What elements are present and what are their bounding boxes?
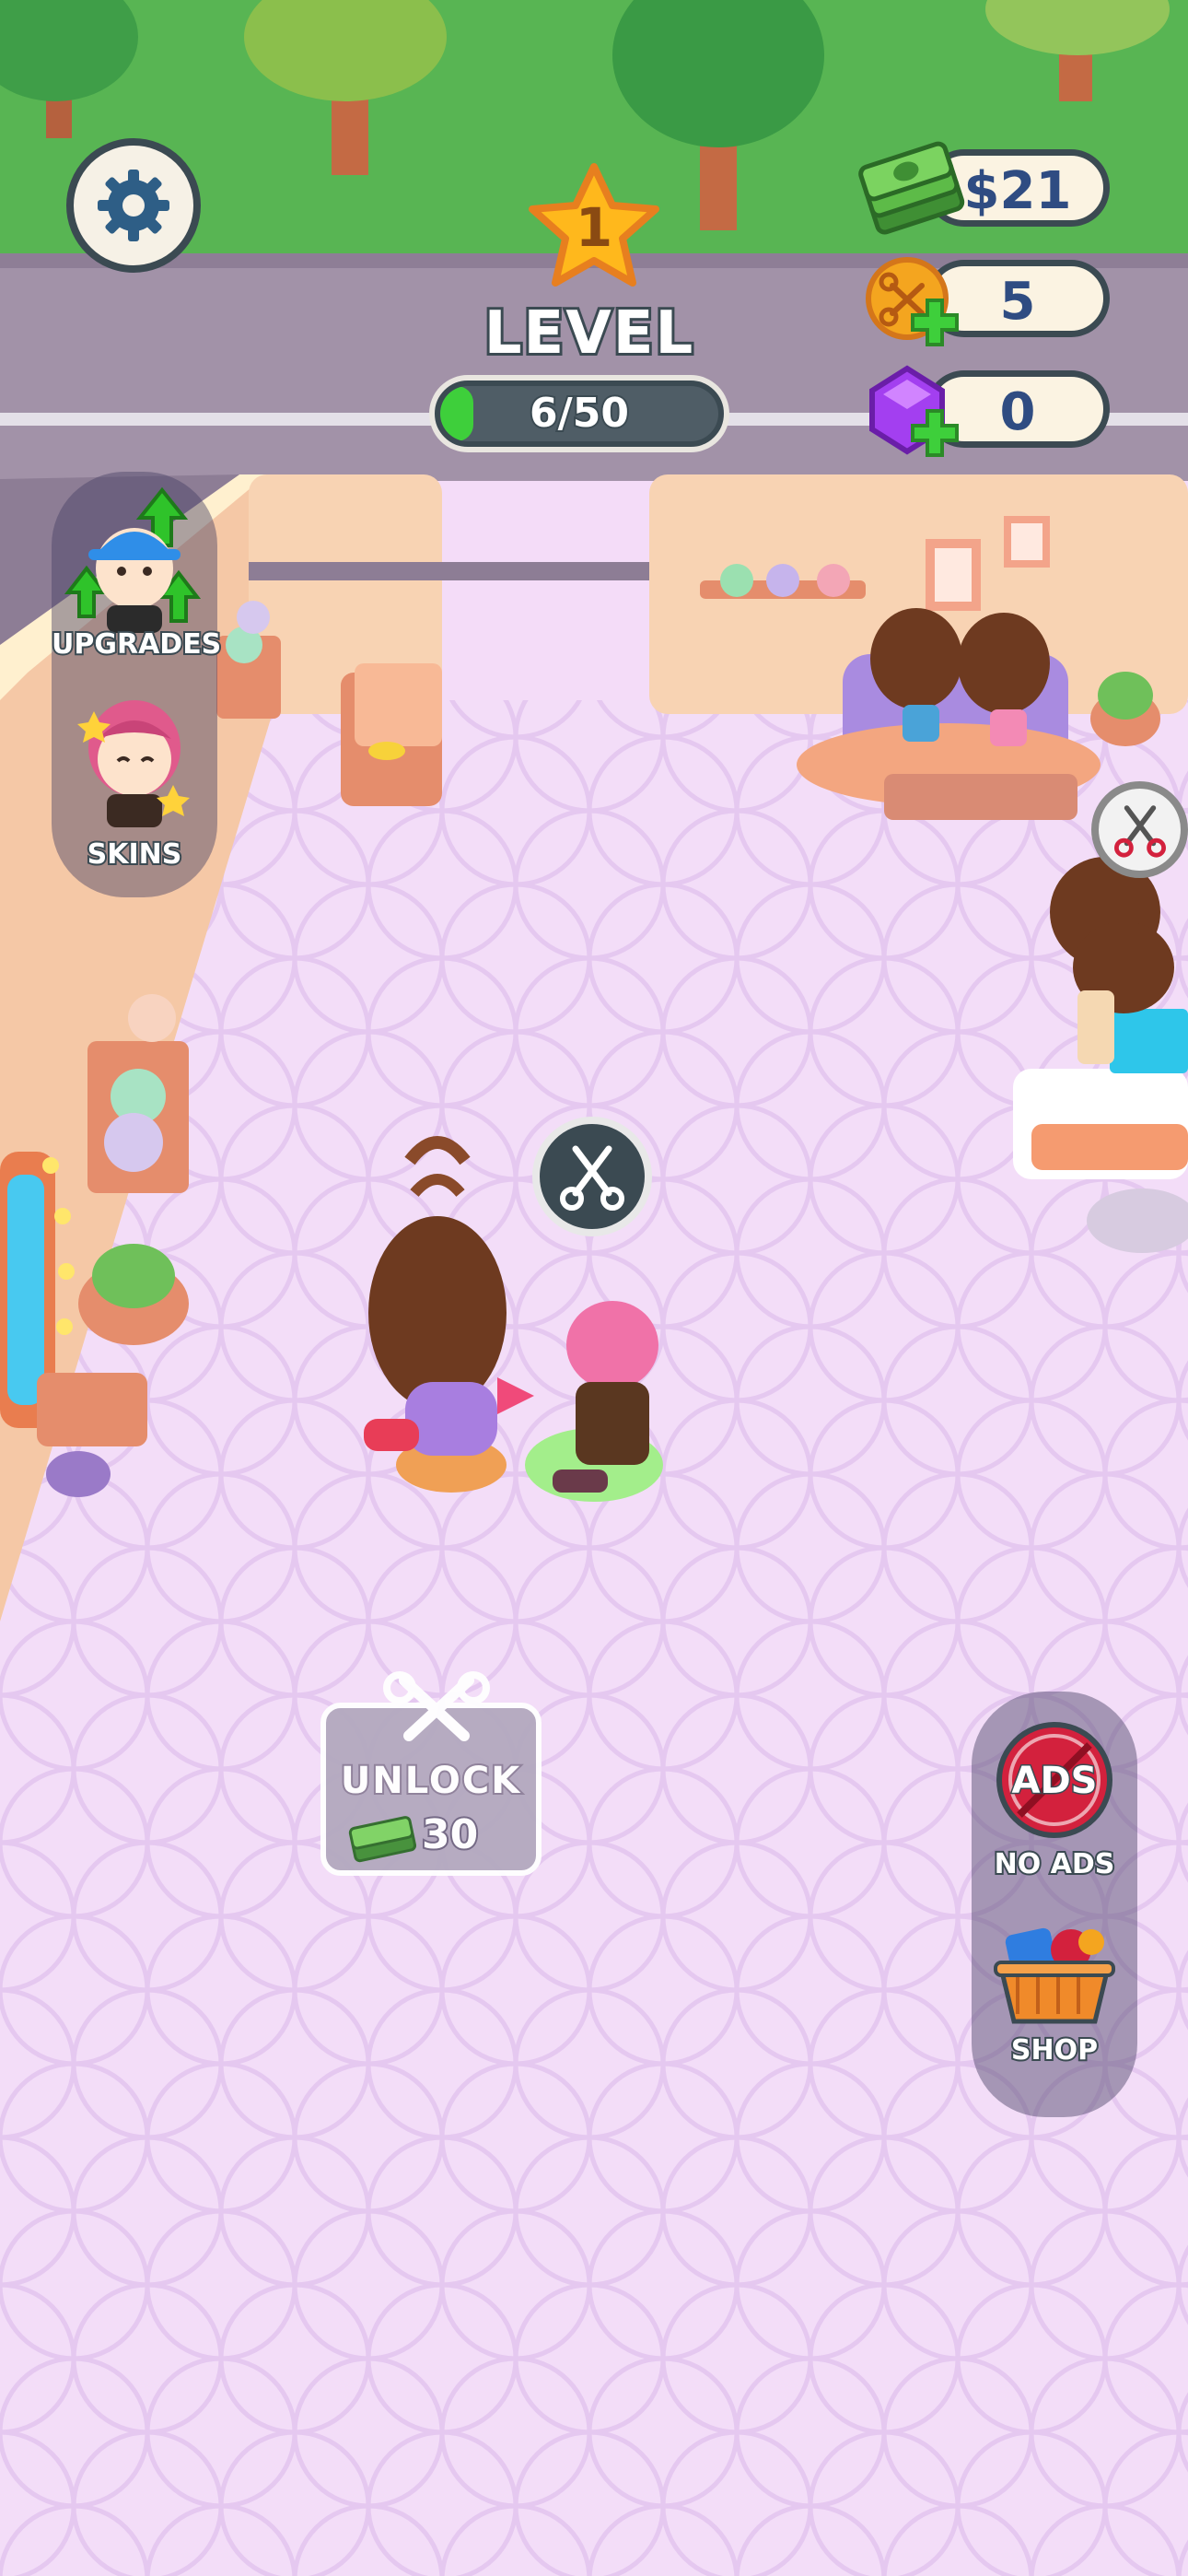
cash-stack-icon (858, 141, 965, 235)
cash-stack-icon (348, 1816, 417, 1863)
level-progress-bar: 6/50 (429, 375, 729, 452)
unlock-label: UNLOCK (339, 1758, 522, 1804)
unlock-station[interactable]: UNLOCK 30 (320, 1671, 542, 1876)
scissors-icon (1113, 804, 1166, 858)
unlock-cost: 30 (420, 1809, 480, 1860)
side-menu-panel: UPGRADES SKINS (50, 472, 223, 897)
scissors-token-counter[interactable]: 5 (861, 249, 1119, 350)
haircut-action-indicator[interactable] (532, 1117, 652, 1236)
skins-button[interactable]: SKINS (52, 684, 217, 882)
cash-counter: $21 (856, 138, 1114, 240)
right-menu-panel: ADS NO ADS SHOP (972, 1692, 1137, 2117)
game-scene: 1 LEVEL 6/50 $21 5 0 UPGRADES SKINS UNLO… (0, 0, 1188, 2576)
plus-icon[interactable] (909, 407, 961, 459)
shop-button[interactable]: SHOP (972, 1913, 1137, 2106)
gem-counter[interactable]: 0 (861, 359, 1119, 461)
upgrades-label: UPGRADES (50, 626, 223, 662)
no-ads-button[interactable]: ADS NO ADS (972, 1719, 1137, 1903)
level-widget: 1 LEVEL 6/50 (429, 161, 746, 452)
scissors-icon (383, 1671, 490, 1741)
shop-label: SHOP (1009, 2032, 1100, 2068)
no-ads-icon: ADS (996, 1722, 1112, 1838)
scissors-icon (560, 1145, 624, 1211)
upgrades-button[interactable]: UPGRADES (50, 472, 223, 670)
level-number: 1 (576, 196, 612, 259)
level-label: LEVEL (482, 297, 696, 370)
skins-label: SKINS (86, 837, 184, 872)
gear-icon (98, 170, 169, 241)
settings-button[interactable] (66, 138, 201, 273)
skins-character-icon (77, 700, 190, 827)
haircut-station-indicator[interactable] (1091, 781, 1188, 878)
shop-basket-icon (994, 1927, 1115, 2024)
upgrades-character-icon (64, 486, 202, 633)
star-icon: 1 (529, 163, 659, 287)
plus-icon[interactable] (909, 297, 961, 348)
no-ads-badge-text: ADS (1012, 1760, 1098, 1802)
no-ads-label: NO ADS (993, 1846, 1117, 1882)
level-progress-text: 6/50 (528, 388, 631, 439)
